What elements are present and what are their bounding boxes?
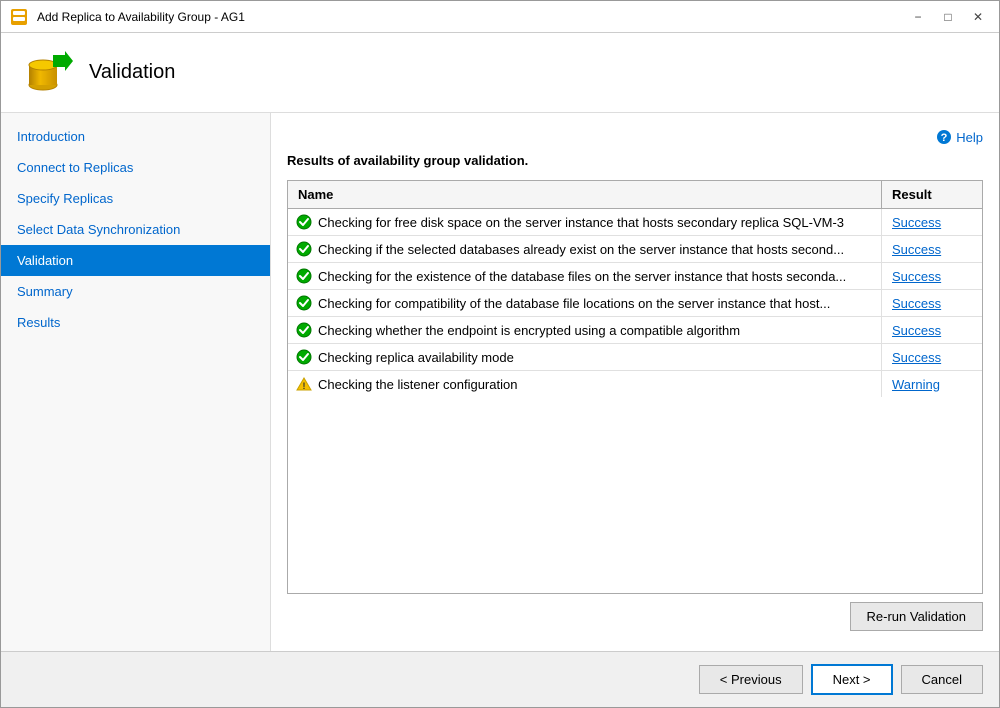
result-link[interactable]: Success: [892, 296, 941, 311]
sidebar-item-connect[interactable]: Connect to Replicas: [1, 152, 270, 183]
header-icon: [21, 47, 73, 99]
success-icon: [296, 241, 312, 257]
sidebar: Introduction Connect to Replicas Specify…: [1, 113, 271, 651]
cancel-button[interactable]: Cancel: [901, 665, 983, 694]
cell-result[interactable]: Success: [882, 264, 982, 289]
row-name-text: Checking replica availability mode: [318, 350, 514, 365]
cell-name: ! Checking the listener configuration: [288, 371, 882, 397]
previous-button[interactable]: < Previous: [699, 665, 803, 694]
row-name-text: Checking whether the endpoint is encrypt…: [318, 323, 740, 338]
help-label: Help: [956, 130, 983, 145]
cell-result[interactable]: Success: [882, 318, 982, 343]
table-row: Checking for the existence of the databa…: [288, 263, 982, 290]
cell-result[interactable]: Success: [882, 291, 982, 316]
table-header: Name Result: [288, 181, 982, 209]
content-area: ? Help Results of availability group val…: [271, 113, 999, 651]
bottom-bar: < Previous Next > Cancel: [1, 651, 999, 707]
cell-name: Checking whether the endpoint is encrypt…: [288, 317, 882, 343]
success-icon: [296, 322, 312, 338]
cell-result[interactable]: Warning: [882, 372, 982, 397]
help-row: ? Help: [287, 129, 983, 145]
cell-name: Checking for free disk space on the serv…: [288, 209, 882, 235]
success-icon: [296, 214, 312, 230]
row-name-text: Checking if the selected databases alrea…: [318, 242, 844, 257]
svg-text:!: !: [303, 381, 306, 391]
next-button[interactable]: Next >: [811, 664, 893, 695]
result-link[interactable]: Success: [892, 350, 941, 365]
col-name-header: Name: [288, 181, 882, 208]
row-name-text: Checking for free disk space on the serv…: [318, 215, 844, 230]
warning-icon: !: [296, 376, 312, 392]
table-row: Checking for compatibility of the databa…: [288, 290, 982, 317]
table-row: Checking if the selected databases alrea…: [288, 236, 982, 263]
table-row: Checking replica availability mode Succe…: [288, 344, 982, 371]
table-row: Checking whether the endpoint is encrypt…: [288, 317, 982, 344]
title-bar: Add Replica to Availability Group - AG1 …: [1, 1, 999, 33]
cell-result[interactable]: Success: [882, 345, 982, 370]
cell-name: Checking for the existence of the databa…: [288, 263, 882, 289]
title-bar-controls: − □ ✕: [905, 7, 991, 27]
sidebar-item-summary[interactable]: Summary: [1, 276, 270, 307]
sidebar-item-validation[interactable]: Validation: [1, 245, 270, 276]
success-icon: [296, 295, 312, 311]
sidebar-item-specify[interactable]: Specify Replicas: [1, 183, 270, 214]
result-link[interactable]: Success: [892, 323, 941, 338]
table-row: ! Checking the listener configuration Wa…: [288, 371, 982, 397]
cell-name: Checking for compatibility of the databa…: [288, 290, 882, 316]
results-header: Results of availability group validation…: [287, 153, 983, 168]
col-result-header: Result: [882, 181, 982, 208]
minimize-button[interactable]: −: [905, 7, 931, 27]
cell-result[interactable]: Success: [882, 210, 982, 235]
result-link[interactable]: Warning: [892, 377, 940, 392]
rerun-validation-button[interactable]: Re-run Validation: [850, 602, 983, 631]
success-icon: [296, 349, 312, 365]
table-row: Checking for free disk space on the serv…: [288, 209, 982, 236]
result-link[interactable]: Success: [892, 269, 941, 284]
sidebar-item-datasync[interactable]: Select Data Synchronization: [1, 214, 270, 245]
help-link[interactable]: ? Help: [936, 129, 983, 145]
maximize-button[interactable]: □: [935, 7, 961, 27]
table-body: Checking for free disk space on the serv…: [288, 209, 982, 397]
cell-name: Checking replica availability mode: [288, 344, 882, 370]
main-area: Introduction Connect to Replicas Specify…: [1, 113, 999, 651]
success-icon: [296, 268, 312, 284]
header: Validation: [1, 33, 999, 113]
sidebar-item-introduction[interactable]: Introduction: [1, 121, 270, 152]
svg-text:?: ?: [941, 132, 948, 144]
row-name-text: Checking for the existence of the databa…: [318, 269, 846, 284]
row-name-text: Checking for compatibility of the databa…: [318, 296, 830, 311]
page-title: Validation: [89, 61, 175, 84]
result-link[interactable]: Success: [892, 215, 941, 230]
cell-name: Checking if the selected databases alrea…: [288, 236, 882, 262]
main-window: Add Replica to Availability Group - AG1 …: [0, 0, 1000, 708]
close-button[interactable]: ✕: [965, 7, 991, 27]
result-link[interactable]: Success: [892, 242, 941, 257]
sidebar-item-results[interactable]: Results: [1, 307, 270, 338]
bottom-buttons: < Previous Next > Cancel: [699, 664, 983, 695]
rerun-area: Re-run Validation: [287, 594, 983, 635]
validation-table: Name Result Checking for free disk space…: [287, 180, 983, 594]
window-title: Add Replica to Availability Group - AG1: [37, 10, 905, 24]
help-icon: ?: [936, 129, 952, 145]
row-name-text: Checking the listener configuration: [318, 377, 517, 392]
cell-result[interactable]: Success: [882, 237, 982, 262]
app-icon: [9, 7, 29, 27]
